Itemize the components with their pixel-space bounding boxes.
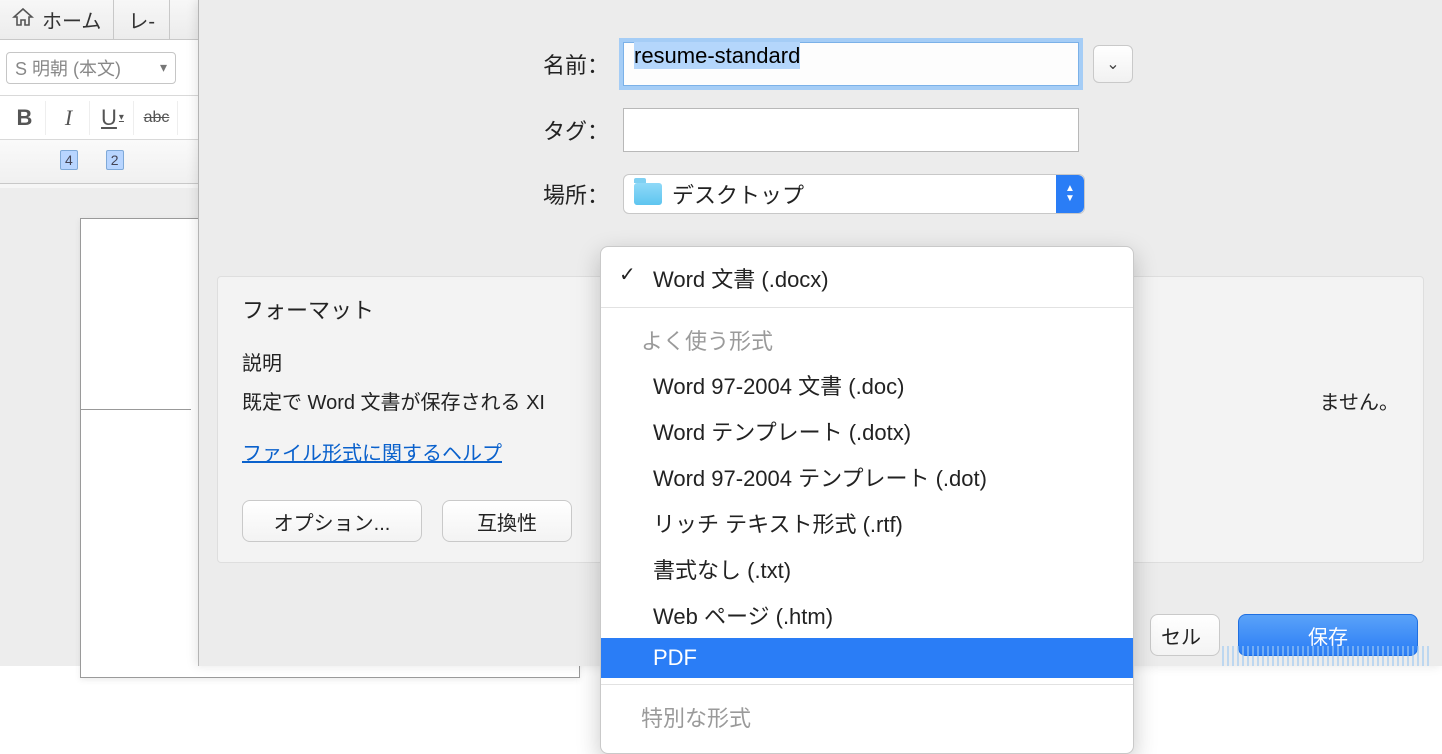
strikethrough-button[interactable]: abc (136, 101, 178, 135)
ruler-mark-2: 2 (106, 150, 124, 170)
chevron-down-icon: ⌄ (1106, 54, 1119, 74)
expand-dialog-button[interactable]: ⌄ (1093, 45, 1133, 83)
bold-button[interactable]: B (4, 101, 46, 135)
format-label: フォーマット (242, 293, 374, 325)
file-format-help-link[interactable]: ファイル形式に関するヘルプ (242, 437, 502, 466)
format-option-pdf[interactable]: PDF (601, 638, 1133, 678)
home-tab-label: ホーム (42, 5, 101, 34)
format-option-dotx[interactable]: Word テンプレート (.dotx) (601, 408, 1133, 454)
ruler-mark-4: 4 (60, 150, 78, 170)
dropdown-separator (601, 684, 1133, 685)
dropdown-separator (601, 307, 1133, 308)
options-button[interactable]: オプション... (242, 500, 422, 542)
format-option-dot[interactable]: Word 97-2004 テンプレート (.dot) (601, 454, 1133, 500)
chevron-down-icon: ▾ (119, 112, 124, 123)
format-section-common: よく使う形式 (601, 314, 1133, 362)
description-text-right: ません。 (1320, 386, 1399, 415)
format-option-rtf[interactable]: リッチ テキスト形式 (.rtf) (601, 500, 1133, 546)
page-margin-line (81, 409, 191, 410)
font-family-combo[interactable]: S 明朝 (本文) ▾ (6, 52, 176, 84)
filename-input[interactable]: resume-standard (623, 42, 1079, 86)
location-select[interactable]: デスクトップ ▲▼ (623, 174, 1085, 214)
chevron-down-icon: ▾ (160, 59, 167, 76)
folder-icon (634, 183, 662, 205)
cancel-button[interactable]: セル (1150, 614, 1220, 656)
select-stepper-icon: ▲▼ (1056, 175, 1084, 213)
tags-label: タグ： (239, 114, 609, 146)
compatibility-button[interactable]: 互換性 (442, 500, 572, 542)
format-option-doc[interactable]: Word 97-2004 文書 (.doc) (601, 362, 1133, 408)
layout-tab-partial[interactable]: レ- (114, 0, 170, 39)
home-tab-icon[interactable]: ホーム (0, 0, 114, 39)
description-text-left: 既定で Word 文書が保存される XI (242, 386, 545, 415)
house-icon (12, 7, 34, 33)
italic-button[interactable]: I (48, 101, 90, 135)
tags-input[interactable] (623, 108, 1079, 152)
format-dropdown: ✓ Word 文書 (.docx) よく使う形式 Word 97-2004 文書… (600, 246, 1134, 754)
underline-button[interactable]: U ▾ (92, 101, 134, 135)
format-option-docx[interactable]: ✓ Word 文書 (.docx) (601, 255, 1133, 301)
format-option-htm[interactable]: Web ページ (.htm) (601, 592, 1133, 638)
location-label: 場所： (239, 178, 609, 210)
check-icon: ✓ (619, 262, 636, 287)
format-option-txt[interactable]: 書式なし (.txt) (601, 546, 1133, 592)
location-value: デスクトップ (672, 178, 804, 210)
name-label: 名前： (239, 48, 609, 80)
format-section-special: 特別な形式 (601, 691, 1133, 739)
bottom-decoration (1222, 646, 1432, 666)
